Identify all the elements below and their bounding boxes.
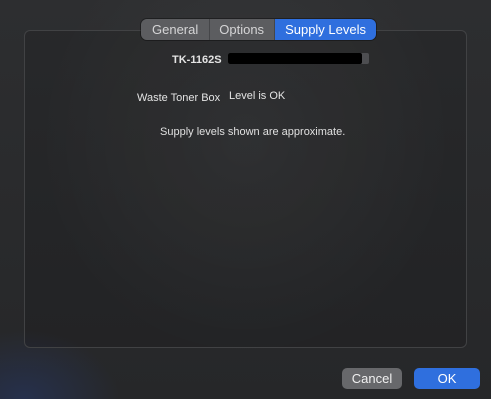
ok-button[interactable]: OK <box>414 368 480 389</box>
tab-bar: General Options Supply Levels <box>141 19 377 40</box>
tab-options[interactable]: Options <box>210 19 276 40</box>
tab-supply-levels[interactable]: Supply Levels <box>275 19 377 40</box>
toner-name: TK-1162S <box>172 54 222 66</box>
tab-content-panel <box>24 30 467 348</box>
toner-level-fill <box>228 53 362 64</box>
approximate-note: Supply levels shown are approximate. <box>160 126 346 138</box>
tab-general[interactable]: General <box>141 19 211 40</box>
waste-toner-status: Level is OK <box>229 90 286 102</box>
waste-toner-label: Waste Toner Box <box>137 92 221 104</box>
printer-options-sheet: General Options Supply Levels TK-1162S W… <box>0 0 491 399</box>
cancel-button[interactable]: Cancel <box>342 368 402 389</box>
toner-level-bar <box>228 53 369 64</box>
